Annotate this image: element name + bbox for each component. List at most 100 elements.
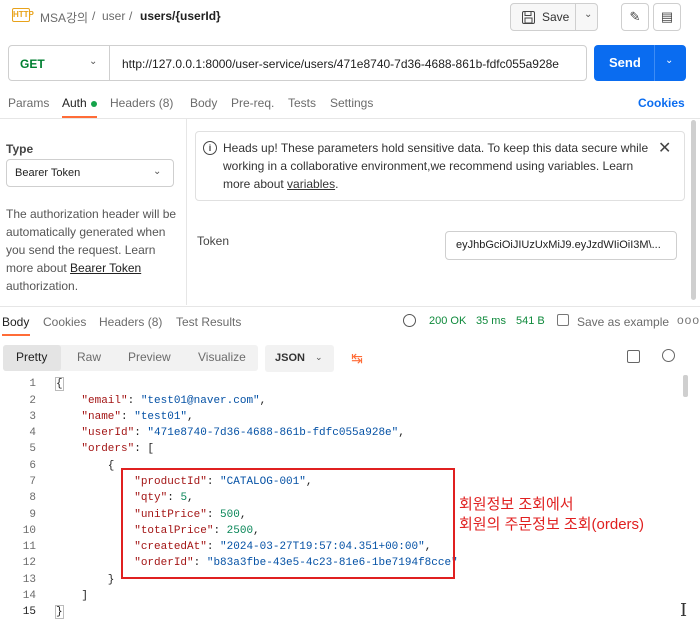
tab-settings[interactable]: Settings [330, 96, 373, 110]
divider [654, 45, 655, 81]
notice-text: Heads up! These parameters hold sensitiv… [223, 139, 663, 193]
tab-body[interactable]: Body [190, 96, 217, 110]
token-input[interactable]: eyJhbGciOiJIUzUxMiJ9.eyJzdWIiOiI3M\... [445, 231, 677, 260]
chevron-down-icon[interactable]: ⌄ [89, 56, 97, 67]
tab-tests[interactable]: Tests [288, 96, 316, 110]
code-line[interactable]: ] [55, 590, 88, 602]
tab-raw[interactable]: Raw [77, 350, 101, 364]
response-size[interactable]: 541 B [516, 315, 545, 327]
wrap-lines-icon[interactable]: ↹ [344, 347, 370, 371]
save-as-example-button[interactable]: Save as example [577, 315, 669, 329]
auth-description: The authorization header will be automat… [6, 205, 182, 295]
status-code[interactable]: 200 OK [429, 315, 466, 327]
code-line[interactable]: } [55, 605, 64, 619]
request-bar: GET ⌄ http://127.0.0.1:8000/user-service… [8, 45, 587, 81]
line-number: 12 [22, 557, 36, 569]
text-cursor-icon: I [680, 600, 688, 621]
close-icon[interactable]: ✕ [658, 138, 671, 158]
line-number: 2 [29, 395, 36, 407]
line-number: 5 [29, 443, 36, 455]
line-number: 15 [22, 606, 36, 618]
tab-pretty[interactable]: Pretty [16, 350, 47, 364]
breadcrumb-separator: / [129, 9, 133, 23]
tab-auth-label: Auth [62, 96, 87, 110]
method-select[interactable]: GET [20, 57, 45, 71]
globe-icon[interactable] [403, 314, 416, 327]
status-dot-icon [90, 100, 97, 107]
tab-visualize[interactable]: Visualize [198, 350, 246, 364]
auth-type-select[interactable]: Bearer Token ⌄ [6, 159, 174, 187]
info-icon: i [203, 141, 217, 155]
line-number: 9 [29, 509, 36, 521]
send-label: Send [609, 55, 641, 70]
code-line[interactable]: { [55, 460, 115, 472]
tab-response-body[interactable]: Body [2, 315, 29, 329]
top-bar: HTTP MSA강의 / user / users/{userId} Save … [0, 0, 700, 34]
code-line[interactable]: "email": "test01@naver.com", [55, 395, 266, 407]
chevron-down-icon: ⌄ [153, 166, 162, 177]
code-line[interactable]: "orders": [ [55, 443, 154, 455]
tab-auth[interactable]: Auth [62, 96, 97, 110]
scrollbar[interactable] [691, 120, 696, 300]
tab-prereq[interactable]: Pre-req. [231, 96, 274, 110]
auth-type-label: Type [6, 142, 34, 156]
token-value: eyJhbGciOiJIUzUxMiJ9.eyJzdWIiOiI3M\... [456, 239, 661, 251]
divider [186, 119, 187, 305]
annotation-text: 회원정보 조회에서 회원의 주문정보 조회(orders) [459, 495, 644, 535]
code-line[interactable]: } [55, 574, 115, 586]
code-line[interactable]: "name": "test01", [55, 411, 193, 423]
code-line[interactable]: "userId": "471e8740-7d36-4688-861b-fdfc0… [55, 427, 404, 439]
tab-test-results[interactable]: Test Results [176, 315, 241, 329]
breadcrumb-request[interactable]: users/{userId} [140, 9, 221, 23]
send-button[interactable]: Send ⌄ [594, 45, 686, 81]
save-label: Save [542, 10, 570, 24]
cookies-link[interactable]: Cookies [638, 96, 685, 110]
code-line[interactable]: { [55, 377, 64, 391]
copy-icon[interactable] [627, 350, 640, 363]
annotation-highlight-box [121, 468, 455, 579]
line-number: 13 [22, 574, 36, 586]
format-value: JSON [275, 352, 305, 364]
annotation-line: 회원의 주문정보 조회(orders) [459, 516, 645, 533]
response-time[interactable]: 35 ms [476, 315, 506, 327]
line-number: 7 [29, 476, 36, 488]
breadcrumb-collection[interactable]: MSA강의 [40, 9, 88, 26]
chevron-down-icon[interactable]: ⌄ [584, 9, 592, 20]
save-button[interactable]: Save ⌄ [510, 3, 598, 31]
scrollbar[interactable] [683, 375, 688, 397]
save-icon [557, 314, 569, 326]
comments-icon[interactable]: ▤ [653, 3, 681, 31]
search-icon[interactable] [662, 349, 675, 362]
auth-type-value: Bearer Token [15, 167, 81, 179]
bearer-token-link[interactable]: Bearer Token [70, 261, 141, 275]
divider [0, 118, 700, 119]
divider [109, 46, 110, 80]
notice-period: . [335, 177, 339, 191]
token-label: Token [197, 234, 230, 248]
annotation-line: 회원정보 조회에서 [459, 496, 574, 513]
tab-response-headers[interactable]: Headers (8) [99, 315, 162, 329]
tab-response-cookies[interactable]: Cookies [43, 315, 86, 329]
tab-headers[interactable]: Headers (8) [110, 96, 173, 110]
variables-link[interactable]: variables [287, 177, 335, 191]
breadcrumb-folder[interactable]: user [102, 9, 125, 23]
line-number: 1 [29, 378, 36, 390]
tab-params[interactable]: Params [8, 96, 49, 110]
save-icon [522, 11, 535, 24]
line-number: 11 [22, 541, 36, 553]
more-options-icon[interactable]: ooo [677, 313, 700, 327]
active-tab-indicator [2, 334, 30, 336]
line-number: 8 [29, 492, 36, 504]
chevron-down-icon[interactable]: ⌄ [665, 55, 673, 66]
url-input[interactable]: http://127.0.0.1:8000/user-service/users… [122, 57, 559, 71]
tab-preview[interactable]: Preview [128, 350, 171, 364]
breadcrumb-separator: / [92, 9, 96, 23]
sensitive-data-notice: i Heads up! These parameters hold sensit… [195, 131, 685, 201]
chevron-down-icon: ⌄ [315, 352, 323, 362]
line-number: 6 [29, 460, 36, 472]
edit-pencil-icon[interactable]: ✎ [621, 3, 649, 31]
line-number: 4 [29, 427, 36, 439]
http-request-icon: HTTP [12, 8, 34, 22]
format-select[interactable]: JSON ⌄ [265, 345, 334, 372]
auth-desc-end: authorization. [6, 279, 79, 293]
